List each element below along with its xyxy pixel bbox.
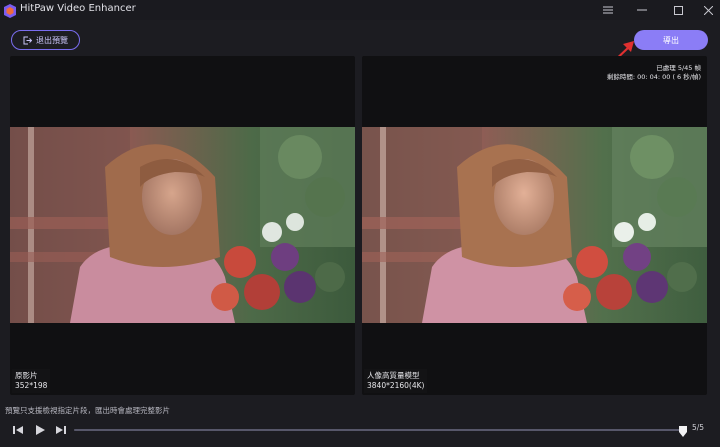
exit-icon [23,36,32,44]
window-title: HitPaw Video Enhancer [20,3,136,14]
timeline-fill [74,429,683,431]
close-icon[interactable] [693,0,720,20]
minimize-icon[interactable] [627,0,657,20]
next-frame-icon[interactable] [53,422,69,438]
original-video-frame [10,127,355,323]
processing-status: 已處理 5/45 幀 剩餘時間: 00: 04: 00 ( 6 秒/幀) [607,64,701,82]
export-button[interactable]: 導出 [634,30,708,50]
original-caption: 原影片 352*198 [12,369,51,393]
enhanced-resolution: 3840*2160(4K) [367,381,425,390]
original-label: 原影片 [15,371,38,380]
exit-preview-label: 退出預覽 [36,35,68,45]
maximize-icon[interactable] [663,0,693,20]
preview-note: 預覽只支援檢視指定片段，匯出時會處理完整影片 [5,406,170,415]
model-label: 人像高質量模型 [367,371,420,380]
enhanced-video-panel: 已處理 5/45 幀 剩餘時間: 00: 04: 00 ( 6 秒/幀) 人像高… [362,56,707,395]
original-resolution: 352*198 [15,381,48,390]
frame-counter: 5/5 [692,423,705,432]
play-icon[interactable] [32,422,48,438]
enhanced-caption: 人像高質量模型 3840*2160(4K) [364,369,428,393]
processed-frames: 已處理 5/45 幀 [656,64,701,72]
title-bar: HitPaw Video Enhancer [0,0,720,20]
export-label: 導出 [663,35,679,45]
exit-preview-button[interactable]: 退出預覽 [11,30,80,50]
prev-frame-icon[interactable] [10,422,26,438]
menu-icon[interactable] [593,0,623,20]
remaining-time: 剩餘時間: 00: 04: 00 ( 6 秒/幀) [606,73,701,81]
toolbar: 退出預覽 導出 [0,20,720,56]
playback-controls: 5/5 [0,418,720,447]
timeline-slider[interactable] [74,426,687,437]
enhanced-video-frame [362,127,707,323]
app-logo-icon [4,3,16,18]
original-video-panel: 原影片 352*198 [10,56,355,395]
playhead-icon[interactable] [679,423,687,437]
app-window: HitPaw Video Enhancer 退出預覽 導出 原影片 352*19… [0,0,720,447]
